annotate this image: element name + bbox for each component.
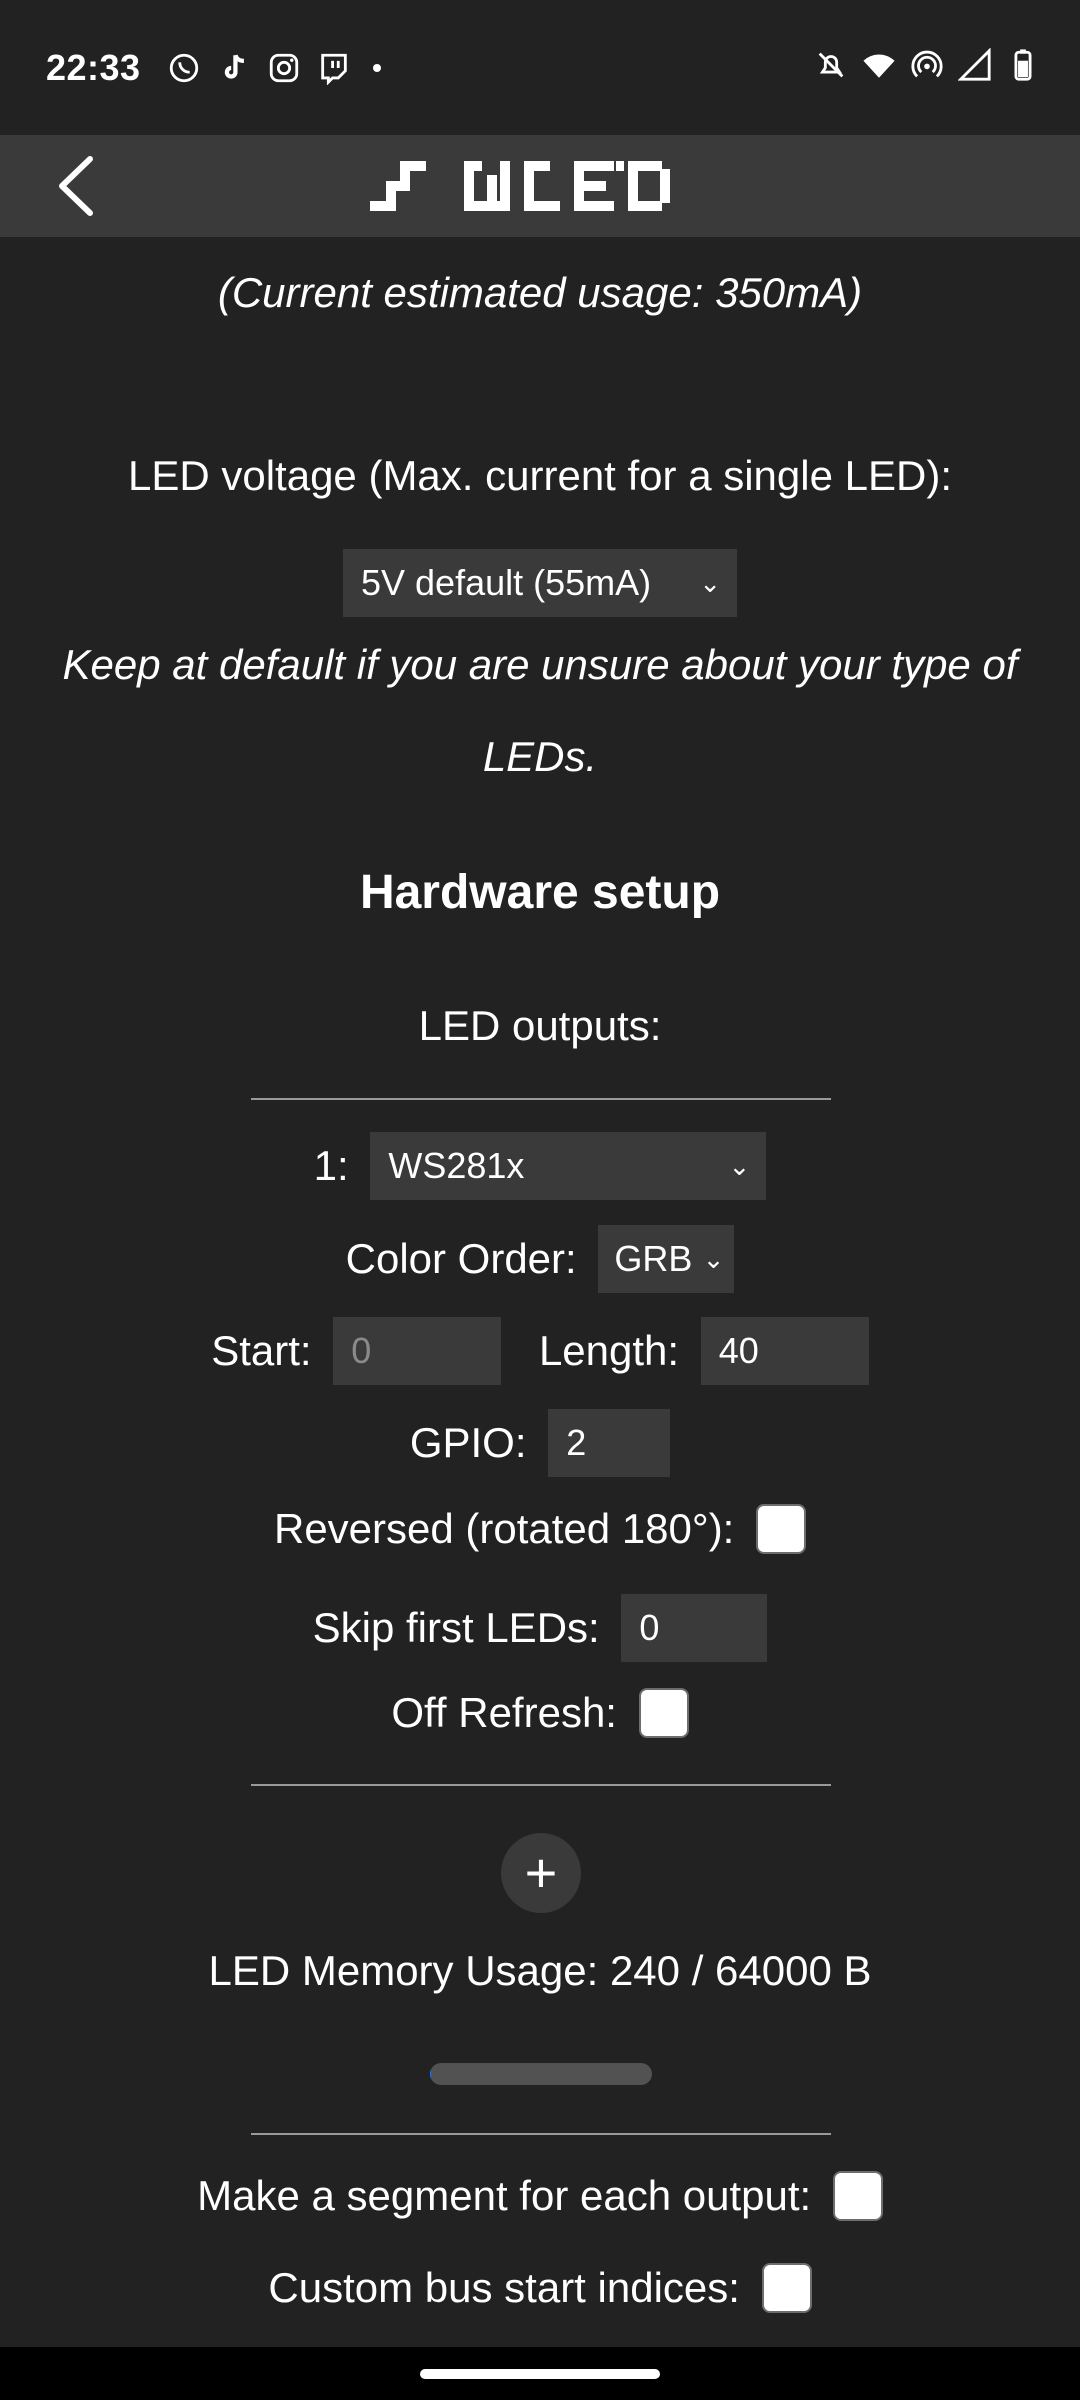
home-gesture-handle[interactable] xyxy=(420,2369,660,2379)
reversed-checkbox[interactable] xyxy=(756,1503,807,1554)
led-type-selected: WS281x xyxy=(388,1145,525,1186)
start-input[interactable]: 0 xyxy=(333,1317,502,1385)
skip-first-leds-label: Skip first LEDs: xyxy=(312,1604,600,1651)
instagram-icon xyxy=(269,53,298,82)
settings-content: (Current estimated usage: 350mA) LED vol… xyxy=(0,237,1080,2347)
off-refresh-checkbox[interactable] xyxy=(638,1687,689,1738)
more-notifications-dot xyxy=(372,63,381,72)
status-bar: 22:33 xyxy=(0,0,1080,135)
divider xyxy=(251,1098,831,1100)
app-bar xyxy=(0,135,1080,237)
length-label: Length: xyxy=(538,1327,680,1374)
status-app-icons xyxy=(167,51,381,85)
hardware-setup-heading: Hardware setup xyxy=(359,866,721,919)
gpio-input[interactable]: 2 xyxy=(548,1409,671,1477)
divider xyxy=(251,2133,831,2135)
wifi-icon xyxy=(863,54,895,78)
custom-bus-start-label: Custom bus start indices: xyxy=(268,2263,740,2311)
skip-first-leds-input[interactable]: 0 xyxy=(621,1594,768,1662)
color-order-select[interactable]: GRB ⌄ xyxy=(598,1225,735,1293)
mute-bell-icon xyxy=(818,52,844,78)
add-output-button[interactable]: + xyxy=(501,1833,581,1913)
back-arrow-icon[interactable] xyxy=(50,155,110,217)
status-system-icons xyxy=(814,48,1040,82)
whatsapp-icon xyxy=(169,53,198,82)
led-outputs-label: LED outputs: xyxy=(418,1002,662,1049)
chevron-down-icon: ⌄ xyxy=(702,1244,725,1274)
color-order-label: Color Order: xyxy=(345,1235,577,1282)
reversed-label: Reversed (rotated 180°): xyxy=(273,1504,735,1552)
gpio-label: GPIO: xyxy=(409,1419,527,1466)
custom-bus-start-checkbox[interactable] xyxy=(761,2262,812,2313)
status-time: 22:33 xyxy=(46,46,141,88)
led-voltage-selected: 5V default (55mA) xyxy=(361,562,652,603)
memory-usage-fill xyxy=(430,2063,431,2085)
output-index-label: 1: xyxy=(313,1142,349,1189)
voltage-hint-text: Keep at default if you are unsure about … xyxy=(62,641,1018,688)
twitch-icon xyxy=(320,53,347,85)
led-voltage-label: LED voltage (Max. current for a single L… xyxy=(127,452,952,499)
wled-logo xyxy=(370,161,670,211)
led-voltage-select[interactable]: 5V default (55mA) ⌄ xyxy=(343,549,737,617)
led-type-select[interactable]: WS281x ⌄ xyxy=(370,1132,767,1200)
battery-icon xyxy=(1014,49,1032,81)
segment-each-output-label: Make a segment for each output: xyxy=(197,2171,812,2219)
hotspot-icon xyxy=(911,50,943,78)
chevron-down-icon: ⌄ xyxy=(728,1151,751,1181)
system-nav-bar xyxy=(0,2347,1080,2400)
chevron-down-icon: ⌄ xyxy=(699,568,721,598)
length-input[interactable]: 40 xyxy=(700,1317,869,1385)
divider xyxy=(251,1784,831,1786)
led-memory-usage-text: LED Memory Usage: 240 / 64000 B xyxy=(208,1947,872,1994)
color-order-selected: GRB xyxy=(614,1238,693,1279)
start-label: Start: xyxy=(211,1327,312,1374)
tiktok-icon xyxy=(224,53,244,79)
off-refresh-label: Off Refresh: xyxy=(391,1688,617,1736)
segment-each-output-checkbox[interactable] xyxy=(832,2170,883,2221)
voltage-hint-text-2: LEDs. xyxy=(482,733,598,780)
memory-usage-bar xyxy=(430,2063,652,2085)
signal-icon xyxy=(958,48,991,81)
current-usage-text: (Current estimated usage: 350mA) xyxy=(217,269,863,316)
